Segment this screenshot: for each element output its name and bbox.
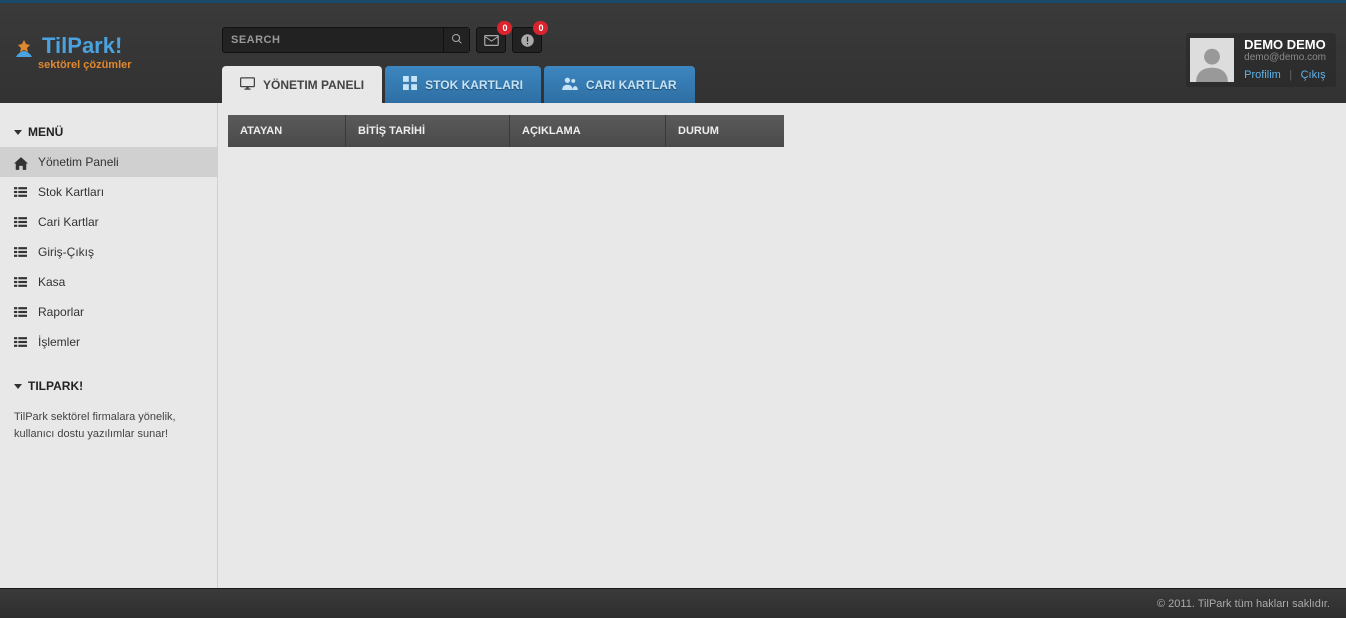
main-tabs: YÖNETIM PANELI STOK KARTLARI CARI KARTLAR [222, 66, 695, 103]
mail-icon [484, 35, 499, 46]
table-header-0[interactable]: ATAYAN [228, 115, 346, 147]
logout-link[interactable]: Çıkış [1301, 69, 1326, 81]
tab-0[interactable]: YÖNETIM PANELI [222, 66, 382, 103]
monitor-icon [240, 77, 255, 93]
users-icon [562, 77, 578, 93]
search-label: SEARCH [223, 34, 288, 46]
list-icon [14, 187, 28, 197]
logo-icon [12, 37, 36, 61]
user-email: demo@demo.com [1244, 52, 1326, 63]
search-button[interactable] [443, 28, 469, 52]
list-icon [14, 277, 28, 287]
list-icon [14, 307, 28, 317]
body: MENÜ Yönetim Paneli Stok Kartları Cari Kar… [0, 103, 1346, 588]
sidebar-item-label: Yönetim Paneli [38, 155, 119, 169]
main-content: ATAYANBİTİŞ TARİHİAÇIKLAMADURUM [218, 103, 1346, 588]
header: TilPark! sektörel çözümler SEARCH 0 0 DE… [0, 3, 1346, 103]
profile-link[interactable]: Profilim [1244, 69, 1281, 81]
sidebar-menu-title: MENÜ [28, 125, 63, 139]
footer-text: © 2011. TilPark tüm hakları saklıdır. [1157, 598, 1330, 610]
sidebar-item-label: Giriş-Çıkış [38, 245, 94, 259]
table-header-1[interactable]: BİTİŞ TARİHİ [346, 115, 510, 147]
list-icon [14, 337, 28, 347]
user-name: DEMO DEMO [1244, 37, 1326, 52]
mail-badge: 0 [497, 21, 512, 35]
brand-name: TilPark! [42, 33, 122, 58]
search-input[interactable] [288, 33, 443, 47]
sidebar-section2-title: TILPARK! [28, 379, 83, 393]
sidebar-item-label: Raporlar [38, 305, 84, 319]
list-icon [14, 247, 28, 257]
tab-label: YÖNETIM PANELI [263, 78, 364, 92]
sidebar-item-0[interactable]: Yönetim Paneli [0, 147, 217, 177]
search-box[interactable]: SEARCH [222, 27, 470, 53]
avatar[interactable] [1190, 38, 1234, 82]
table-header-row: ATAYANBİTİŞ TARİHİAÇIKLAMADURUM [228, 115, 1336, 147]
brand-tagline: sektörel çözümler [38, 59, 132, 71]
separator: | [1289, 69, 1292, 81]
sidebar: MENÜ Yönetim Paneli Stok Kartları Cari Kar… [0, 103, 218, 588]
table-header-3[interactable]: DURUM [666, 115, 784, 147]
brand-logo[interactable]: TilPark! sektörel çözümler [12, 33, 132, 71]
list-icon [14, 217, 28, 227]
sidebar-item-label: Stok Kartları [38, 185, 104, 199]
alert-button[interactable]: 0 [512, 27, 542, 53]
table-header-2[interactable]: AÇIKLAMA [510, 115, 666, 147]
alert-badge: 0 [533, 21, 548, 35]
home-icon [14, 157, 28, 167]
mail-button[interactable]: 0 [476, 27, 506, 53]
sidebar-item-1[interactable]: Stok Kartları [0, 177, 217, 207]
sidebar-item-label: Kasa [38, 275, 65, 289]
sidebar-section2-text: TilPark sektörel firmalara yönelik, kull… [0, 401, 217, 450]
footer: © 2011. TilPark tüm hakları saklıdır. [0, 588, 1346, 618]
sidebar-item-5[interactable]: Raporlar [0, 297, 217, 327]
tab-2[interactable]: CARI KARTLAR [544, 66, 695, 103]
search-icon [451, 33, 463, 45]
sidebar-item-label: Cari Kartlar [38, 215, 99, 229]
sidebar-item-3[interactable]: Giriş-Çıkış [0, 237, 217, 267]
sidebar-tilpark-header[interactable]: TILPARK! [0, 371, 217, 401]
sidebar-item-label: İşlemler [38, 335, 80, 349]
user-box: DEMO DEMO demo@demo.com Profilim | Çıkış [1186, 33, 1336, 87]
dashboard-icon [403, 76, 417, 93]
alert-icon [520, 33, 535, 48]
sidebar-menu-header[interactable]: MENÜ [0, 117, 217, 147]
tab-1[interactable]: STOK KARTLARI [385, 66, 541, 103]
chevron-down-icon [14, 130, 22, 135]
tab-label: STOK KARTLARI [425, 78, 523, 92]
sidebar-item-2[interactable]: Cari Kartlar [0, 207, 217, 237]
sidebar-item-4[interactable]: Kasa [0, 267, 217, 297]
avatar-icon [1193, 44, 1231, 82]
tab-label: CARI KARTLAR [586, 78, 677, 92]
sidebar-item-6[interactable]: İşlemler [0, 327, 217, 357]
header-tools: SEARCH 0 0 [222, 27, 542, 53]
chevron-down-icon [14, 384, 22, 389]
